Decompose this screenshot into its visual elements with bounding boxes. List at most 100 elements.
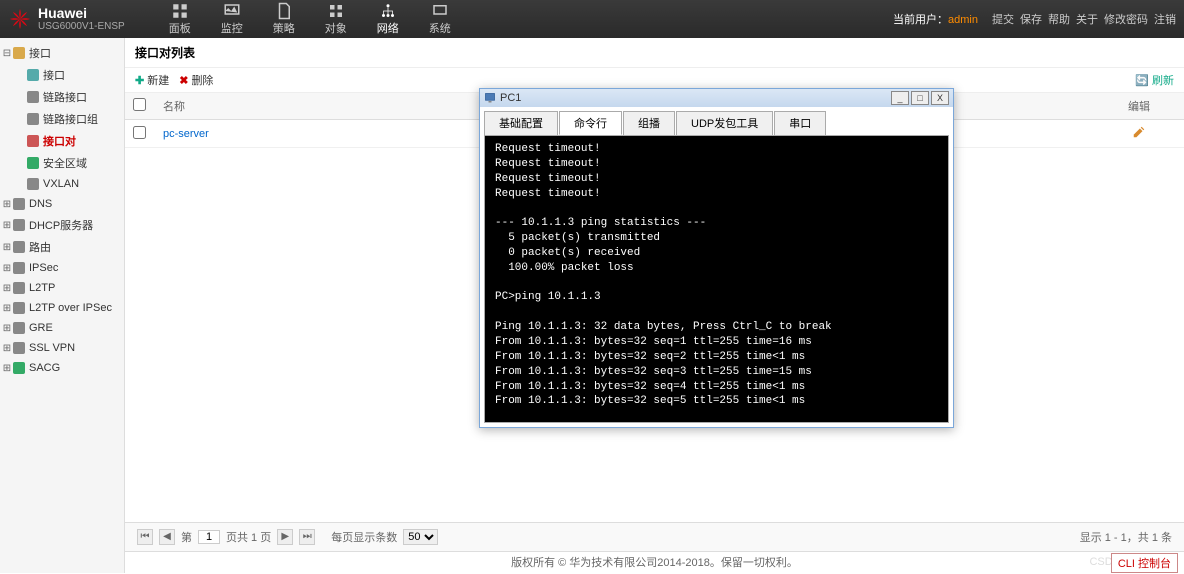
footer: 版权所有 © 华为技术有限公司2014-2018。保留一切权利。 CSDN @l…	[125, 551, 1184, 573]
tree-toggle-icon: ⊟	[2, 48, 12, 59]
pc-tab-0[interactable]: 基础配置	[484, 111, 558, 135]
tree-item-8[interactable]: ⊞DHCP服务器	[0, 214, 124, 236]
tree-item-1[interactable]: 接口	[0, 64, 124, 86]
pager-size-select[interactable]: 50	[403, 529, 438, 545]
top-link-1[interactable]: 保存	[1020, 14, 1042, 26]
maximize-button[interactable]: □	[911, 91, 929, 105]
tree-item-3[interactable]: 链路接口组	[0, 108, 124, 130]
tree-toggle-icon: ⊞	[2, 263, 12, 274]
tree-item-14[interactable]: ⊞SSL VPN	[0, 338, 124, 358]
delete-icon: ✖	[179, 74, 188, 87]
dhcp-icon	[12, 218, 26, 232]
brand-model: USG6000V1-ENSP	[38, 21, 125, 32]
ssl-icon	[12, 341, 26, 355]
pager-summary: 显示 1 - 1，共 1 条	[1080, 529, 1172, 545]
cli-console-button[interactable]: CLI 控制台	[1111, 553, 1178, 573]
tree-item-10[interactable]: ⊞IPSec	[0, 258, 124, 278]
minimize-button[interactable]: _	[891, 91, 909, 105]
edit-icon[interactable]	[1132, 125, 1146, 139]
select-all-checkbox[interactable]	[133, 98, 146, 111]
pc-tab-3[interactable]: UDP发包工具	[676, 111, 773, 135]
panel-title: 接口对列表	[125, 38, 1184, 68]
vxlan-icon	[26, 177, 40, 191]
system-icon	[431, 2, 449, 20]
tree-toggle-icon: ⊞	[2, 283, 12, 294]
link-icon	[26, 90, 40, 104]
pair-icon	[26, 134, 40, 148]
tree-item-15[interactable]: ⊞SACG	[0, 358, 124, 378]
pc-icon	[484, 92, 496, 104]
tree-item-7[interactable]: ⊞DNS	[0, 194, 124, 214]
network-icon	[379, 2, 397, 20]
tree-toggle-icon: ⊞	[2, 363, 12, 374]
l2tp-icon	[12, 281, 26, 295]
row-name-link[interactable]: pc-server	[163, 128, 209, 140]
sacg-icon	[12, 361, 26, 375]
main-panel: 接口对列表 ✚新建 ✖删除 🔄刷新 名称 编辑 pc-server ⏮ ◀ 第 …	[125, 38, 1184, 573]
folder-icon	[12, 46, 26, 60]
tree-toggle-icon: ⊞	[2, 343, 12, 354]
pager: ⏮ ◀ 第 页共 1 页 ▶ ⏭ 每页显示条数 50 显示 1 - 1，共 1 …	[125, 522, 1184, 551]
top-right-links: 当前用户：admin 提交保存帮助关于修改密码注销	[893, 11, 1176, 27]
tree-toggle-icon: ⊞	[2, 242, 12, 253]
tree-item-9[interactable]: ⊞路由	[0, 236, 124, 258]
top-link-0[interactable]: 提交	[992, 14, 1014, 26]
sidebar-tree: ⊟接口接口链路接口链路接口组接口对安全区域VXLAN⊞DNS⊞DHCP服务器⊞路…	[0, 38, 125, 573]
top-link-2[interactable]: 帮助	[1048, 14, 1070, 26]
pager-page-input[interactable]	[198, 530, 220, 544]
nav-network[interactable]: 网络	[363, 0, 413, 38]
pc-tab-1[interactable]: 命令行	[559, 111, 622, 135]
pc1-window: PC1 _ □ X 基础配置命令行组播UDP发包工具串口 Request tim…	[479, 88, 954, 428]
pc1-terminal[interactable]: Request timeout! Request timeout! Reques…	[484, 135, 949, 423]
logo-group: Huawei USG6000V1-ENSP	[8, 6, 125, 32]
tree-item-2[interactable]: 链路接口	[0, 86, 124, 108]
pager-last[interactable]: ⏭	[299, 529, 315, 545]
link-icon	[26, 112, 40, 126]
dns-icon	[12, 197, 26, 211]
nav-object[interactable]: 对象	[311, 0, 361, 38]
tree-toggle-icon: ⊞	[2, 323, 12, 334]
new-button[interactable]: ✚新建	[135, 72, 169, 88]
pc1-titlebar[interactable]: PC1 _ □ X	[480, 89, 953, 107]
tree-item-5[interactable]: 安全区域	[0, 152, 124, 174]
route-icon	[12, 240, 26, 254]
nav-dashboard[interactable]: 面板	[155, 0, 205, 38]
nav-system[interactable]: 系统	[415, 0, 465, 38]
pc-tab-4[interactable]: 串口	[774, 111, 826, 135]
top-link-4[interactable]: 修改密码	[1104, 14, 1148, 26]
pc-tab-2[interactable]: 组播	[623, 111, 675, 135]
monitor-icon	[223, 2, 241, 20]
pager-next[interactable]: ▶	[277, 529, 293, 545]
shield-icon	[26, 156, 40, 170]
top-link-3[interactable]: 关于	[1076, 14, 1098, 26]
tree-item-11[interactable]: ⊞L2TP	[0, 278, 124, 298]
plus-icon: ✚	[135, 74, 144, 87]
refresh-icon: 🔄	[1135, 74, 1149, 87]
l2tp-icon	[12, 301, 26, 315]
nav-policy[interactable]: 策略	[259, 0, 309, 38]
gre-icon	[12, 321, 26, 335]
current-user-value: admin	[948, 14, 978, 26]
tree-toggle-icon: ⊞	[2, 199, 12, 210]
tree-item-4[interactable]: 接口对	[0, 130, 124, 152]
pager-prev[interactable]: ◀	[159, 529, 175, 545]
object-icon	[327, 2, 345, 20]
ipsec-icon	[12, 261, 26, 275]
huawei-logo-icon	[8, 7, 32, 31]
tree-item-6[interactable]: VXLAN	[0, 174, 124, 194]
main-nav: 面板监控策略对象网络系统	[155, 0, 465, 38]
tree-item-0[interactable]: ⊟接口	[0, 42, 124, 64]
delete-button[interactable]: ✖删除	[179, 72, 213, 88]
tree-item-13[interactable]: ⊞GRE	[0, 318, 124, 338]
row-checkbox[interactable]	[133, 126, 146, 139]
current-user-label: 当前用户：admin	[893, 11, 978, 27]
dashboard-icon	[171, 2, 189, 20]
pager-first[interactable]: ⏮	[137, 529, 153, 545]
tree-toggle-icon: ⊞	[2, 220, 12, 231]
top-link-5[interactable]: 注销	[1154, 14, 1176, 26]
top-bar: Huawei USG6000V1-ENSP 面板监控策略对象网络系统 当前用户：…	[0, 0, 1184, 38]
refresh-button[interactable]: 🔄刷新	[1135, 72, 1174, 88]
close-button[interactable]: X	[931, 91, 949, 105]
tree-item-12[interactable]: ⊞L2TP over IPSec	[0, 298, 124, 318]
nav-monitor[interactable]: 监控	[207, 0, 257, 38]
